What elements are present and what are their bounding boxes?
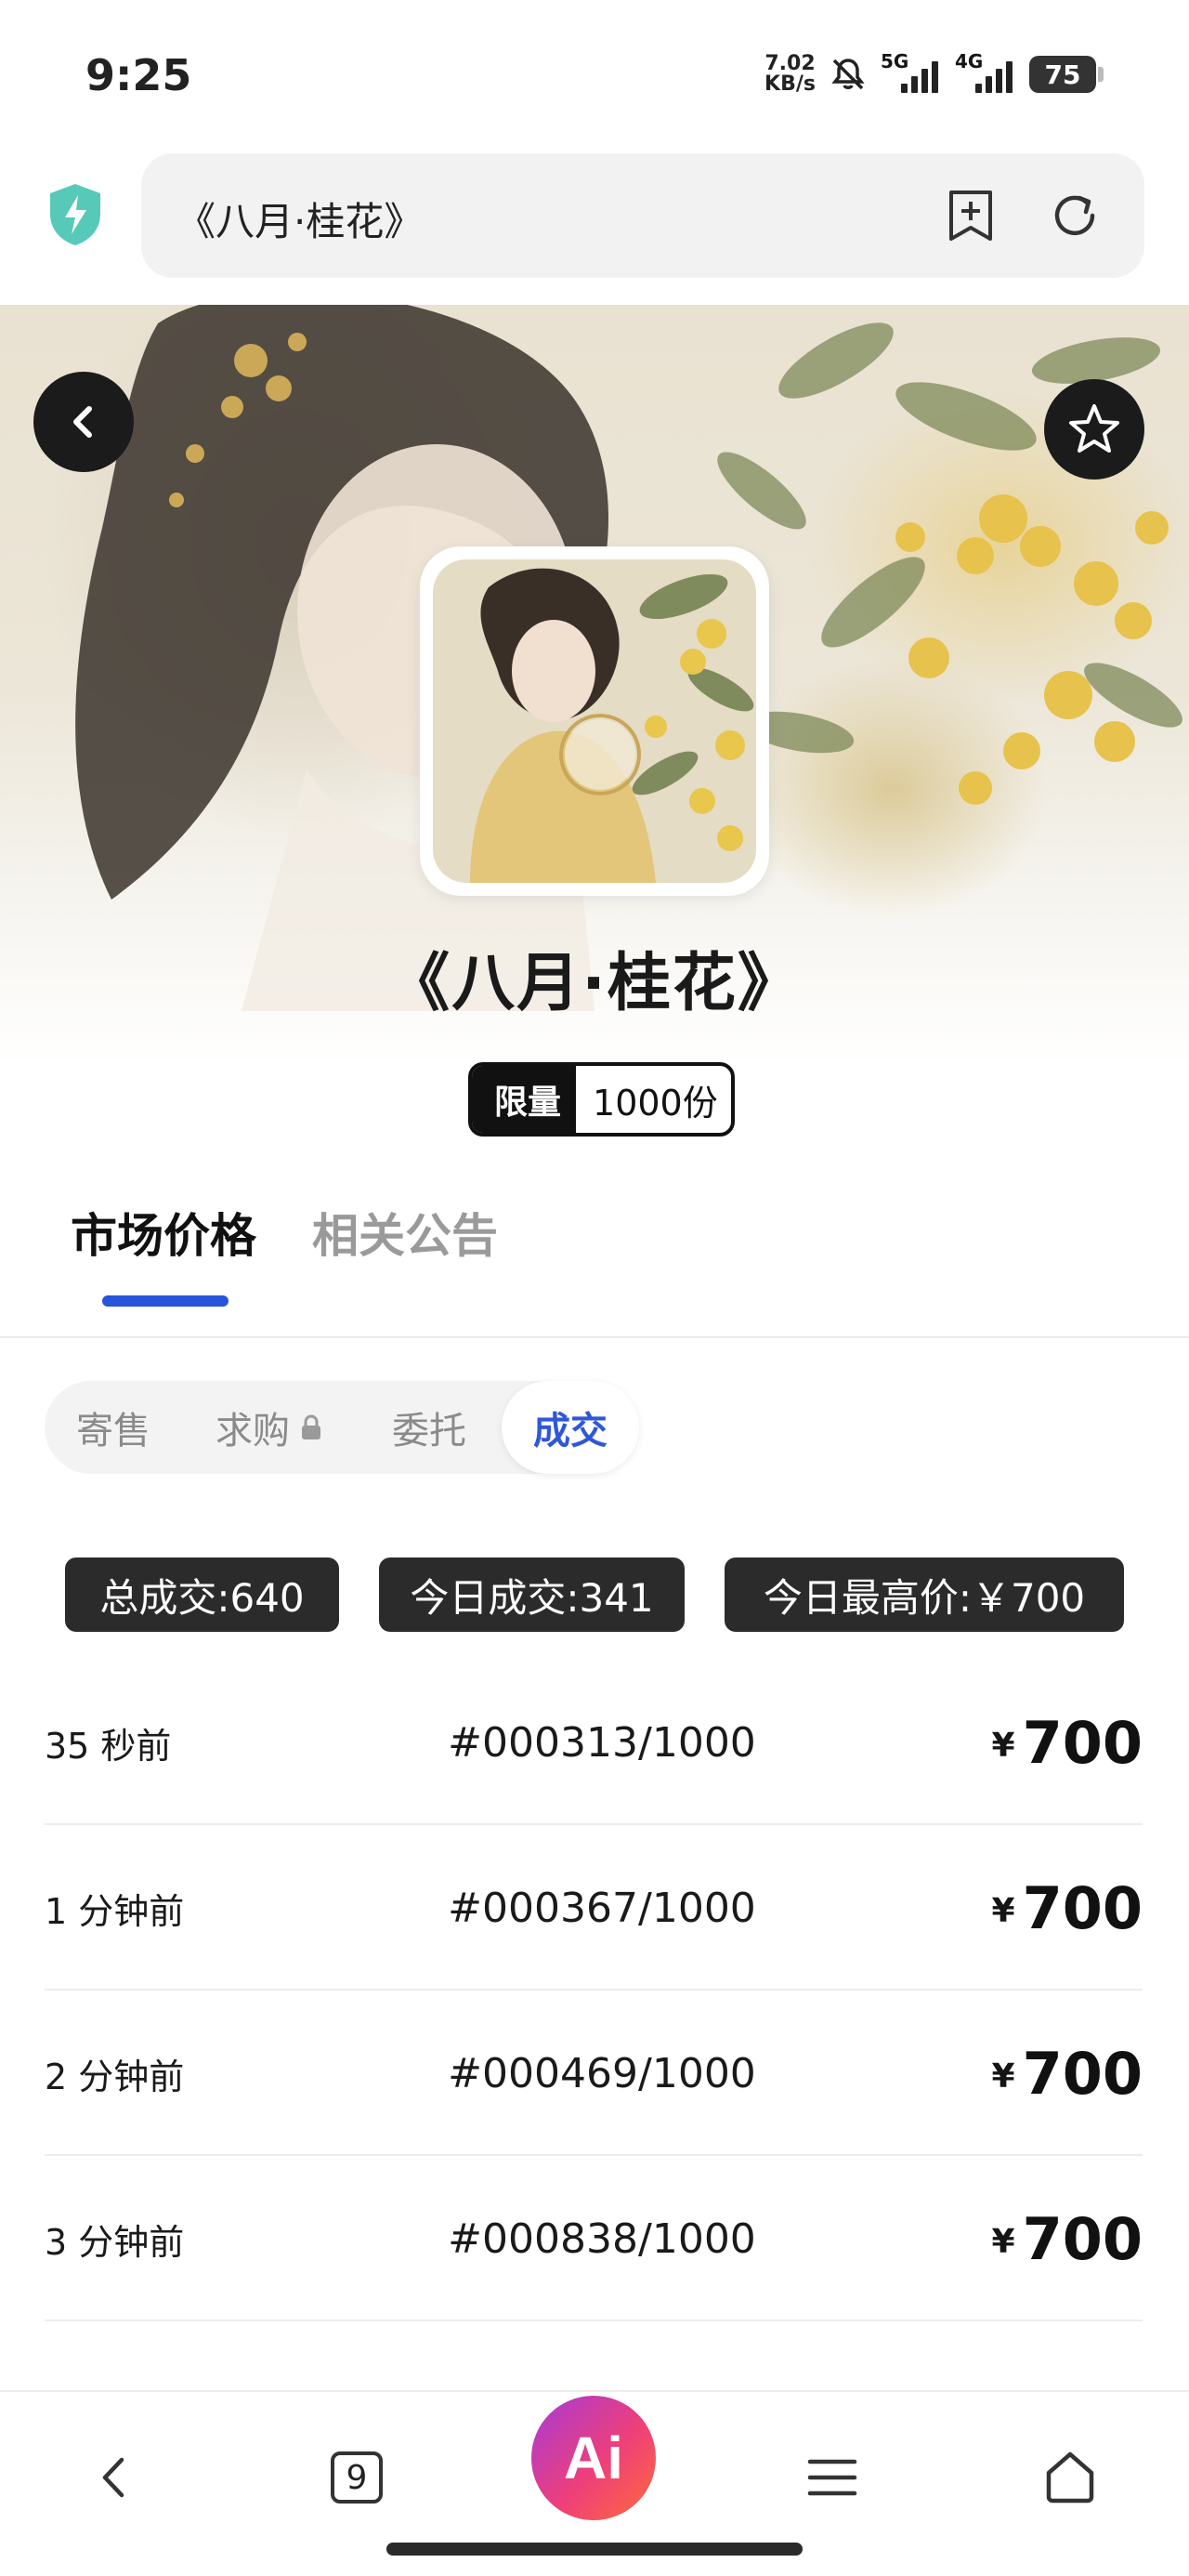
chevron-left-icon: [102, 2457, 124, 2498]
currency-symbol: ¥: [991, 2057, 1015, 2096]
cover-artwork: [433, 559, 756, 883]
trade-serial: #000838/1000: [448, 2215, 756, 2263]
trade-serial: #000367/1000: [448, 1884, 756, 1932]
network-speed-unit: KB/s: [764, 72, 816, 96]
network-speed-value: 7.02: [764, 52, 816, 75]
segment-consignment-label: 寄售: [76, 1410, 150, 1452]
limit-label: 限量: [472, 1066, 577, 1133]
trade-row[interactable]: 35 秒前 #000313/1000 ¥ 700: [45, 1660, 1143, 1825]
trade-time: 35 秒前: [45, 1725, 172, 1767]
hero-banner: [0, 305, 1189, 1150]
address-bar[interactable]: 《八月·桂花》: [141, 153, 1144, 278]
favorite-button[interactable]: [1044, 379, 1144, 480]
status-bar: 9:25 7.02 KB/s 5G 4G 75: [0, 0, 1189, 149]
trade-price: ¥ 700: [992, 1825, 1143, 1991]
trade-time: 3 分钟前: [45, 2221, 185, 2263]
cover-image-frame: [420, 546, 769, 896]
trade-row[interactable]: 1 分钟前 #000367/1000 ¥ 700: [45, 1825, 1143, 1991]
home-icon: [1046, 2451, 1094, 2504]
trade-time: 1 分钟前: [45, 1890, 185, 1932]
trade-type-segmented-control: 寄售 求购 委托 成交: [45, 1381, 639, 1474]
nav-menu-button[interactable]: [786, 2431, 879, 2524]
segment-entrust-label: 委托: [392, 1410, 466, 1452]
stat-today-deals: 今日成交:341: [379, 1557, 685, 1632]
main-tabs: 市场价格 相关公告: [0, 1171, 1189, 1338]
limit-badge: 限量 1000份: [468, 1062, 735, 1137]
signal-5g-label: 5G: [881, 50, 909, 72]
shield-lightning-icon[interactable]: [46, 182, 104, 247]
trade-amount: 700: [1022, 1708, 1143, 1777]
trade-amount: 700: [1022, 2204, 1143, 2273]
currency-symbol: ¥: [991, 1891, 1015, 1930]
stat-today-high: 今日最高价:￥700: [725, 1557, 1124, 1632]
tab-announcements[interactable]: 相关公告: [312, 1199, 498, 1266]
segment-consignment[interactable]: 寄售: [76, 1381, 150, 1474]
tab-market-price[interactable]: 市场价格: [71, 1199, 256, 1266]
trade-amount: 700: [1022, 1873, 1143, 1942]
chevron-left-icon: [73, 406, 92, 438]
battery-indicator: 75: [1029, 56, 1104, 93]
segment-deals-label: 成交: [533, 1410, 608, 1452]
status-time: 9:25: [85, 50, 192, 100]
active-tab-indicator: [102, 1295, 229, 1307]
menu-icon: [807, 2459, 857, 2496]
currency-symbol: ¥: [991, 1726, 1015, 1765]
status-icons: 7.02 KB/s 5G 4G 75: [764, 46, 1104, 102]
trade-price: ¥ 700: [992, 1660, 1143, 1825]
trade-serial: #000313/1000: [448, 1718, 756, 1767]
cover-image: [433, 559, 756, 883]
segment-buy-request[interactable]: 求购: [216, 1381, 323, 1474]
lock-icon: [302, 1414, 320, 1439]
trade-row[interactable]: 2 分钟前 #000469/1000 ¥ 700: [45, 1991, 1143, 2156]
currency-symbol: ¥: [991, 2222, 1015, 2261]
ai-assistant-button[interactable]: Ai: [531, 2396, 656, 2520]
browser-bottom-nav: 9 Ai: [0, 2390, 1189, 2576]
address-bar-text[interactable]: 《八月·桂花》: [176, 191, 423, 247]
back-button[interactable]: [33, 372, 134, 472]
limit-value: 1000份: [593, 1082, 718, 1124]
tab-count: 9: [331, 2451, 383, 2504]
trade-amount: 700: [1022, 2039, 1143, 2108]
signal-4g-label: 4G: [955, 50, 984, 72]
nav-home-button[interactable]: [1024, 2431, 1117, 2524]
bookmark-add-icon[interactable]: [942, 187, 1000, 244]
star-icon: [1069, 404, 1119, 453]
trade-price: ¥ 700: [992, 2156, 1143, 2321]
home-indicator[interactable]: [386, 2543, 803, 2556]
network-speed: 7.02 KB/s: [764, 54, 816, 95]
trade-row[interactable]: 3 分钟前 #000838/1000 ¥ 700: [45, 2156, 1143, 2321]
nav-tabs-button[interactable]: 9: [310, 2431, 403, 2524]
segment-buy-request-label: 求购: [216, 1410, 290, 1452]
signal-4g-icon: 4G: [955, 50, 1016, 93]
segment-entrust[interactable]: 委托: [392, 1381, 466, 1474]
nav-back-button[interactable]: [69, 2431, 162, 2524]
stat-total-deals: 总成交:640: [65, 1557, 339, 1632]
bell-off-icon: [831, 59, 865, 90]
reload-icon[interactable]: [1046, 187, 1104, 244]
trade-serial: #000469/1000: [448, 2049, 756, 2097]
segment-deals[interactable]: 成交: [502, 1381, 639, 1474]
trade-time: 2 分钟前: [45, 2056, 185, 2097]
signal-5g-icon: 5G: [881, 50, 942, 93]
trade-price: ¥ 700: [992, 1991, 1143, 2156]
product-title: 《八月·桂花》: [386, 947, 803, 1020]
